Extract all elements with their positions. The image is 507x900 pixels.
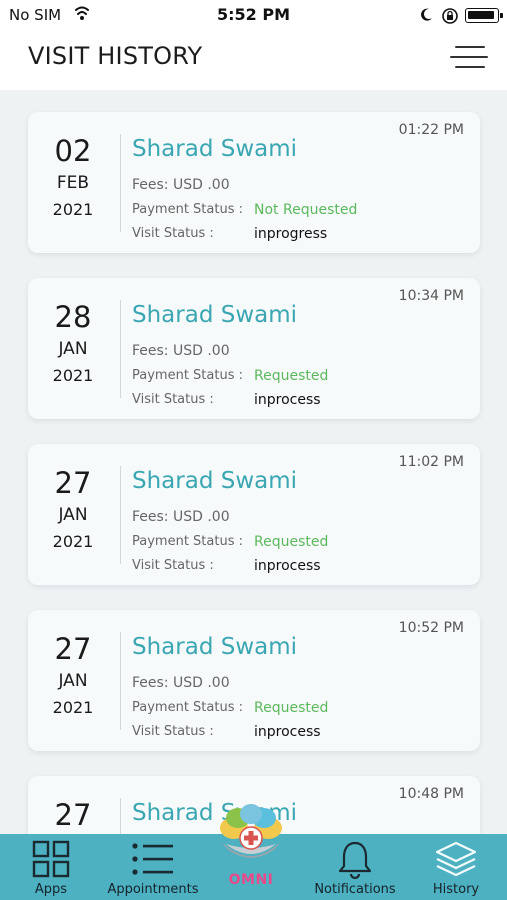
visit-date: 28 JAN 2021 bbox=[28, 298, 118, 390]
list-icon bbox=[131, 840, 175, 882]
payment-status-value: Requested bbox=[254, 700, 329, 716]
visit-month: FEB bbox=[56, 173, 90, 193]
card-divider bbox=[120, 632, 121, 730]
card-divider bbox=[120, 798, 121, 834]
visit-time: 11:02 PM bbox=[398, 454, 464, 470]
hamburger-menu-icon[interactable] bbox=[450, 44, 488, 70]
visit-day: 02 bbox=[54, 134, 92, 168]
header: VISIT HISTORY bbox=[0, 30, 507, 90]
doctor-name: Sharad Swami bbox=[132, 468, 298, 494]
card-divider bbox=[120, 466, 121, 564]
tab-notifications[interactable]: Notifications bbox=[306, 834, 404, 900]
visit-status-value: inprocess bbox=[254, 558, 321, 574]
status-bar: No SIM 5:52 PM bbox=[0, 0, 507, 30]
tab-appointments[interactable]: Appointments bbox=[100, 834, 206, 900]
payment-status-value: Not Requested bbox=[254, 202, 358, 218]
visit-year: 2021 bbox=[52, 200, 94, 219]
page-title: VISIT HISTORY bbox=[28, 42, 203, 70]
visit-status-value: inprogress bbox=[254, 226, 328, 242]
visit-day: 28 bbox=[54, 300, 92, 334]
visit-status-label: Visit Status : bbox=[132, 392, 214, 407]
visit-list[interactable]: 02 FEB 2021 Sharad Swami 01:22 PM Fees: … bbox=[0, 90, 507, 834]
grid-icon bbox=[32, 840, 70, 882]
visit-status-label: Visit Status : bbox=[132, 558, 214, 573]
visit-date: 02 FEB 2021 bbox=[28, 132, 118, 224]
visit-time: 10:48 PM bbox=[398, 786, 464, 802]
visit-year: 2021 bbox=[52, 366, 94, 385]
payment-status-label: Payment Status : bbox=[132, 534, 243, 549]
payment-status-value: Requested bbox=[254, 534, 329, 550]
visit-card[interactable]: 02 FEB 2021 Sharad Swami 01:22 PM Fees: … bbox=[28, 112, 480, 253]
visit-date: 27 JAN 2021 bbox=[28, 630, 118, 722]
visit-fees: Fees: USD .00 bbox=[132, 675, 230, 691]
payment-status-label: Payment Status : bbox=[132, 700, 243, 715]
visit-month: JAN bbox=[58, 505, 88, 525]
payment-status-label: Payment Status : bbox=[132, 202, 243, 217]
visit-year: 2021 bbox=[52, 698, 94, 717]
omni-home-button[interactable]: OMNI bbox=[212, 800, 290, 900]
visit-date: 27 bbox=[28, 796, 118, 834]
visit-card[interactable]: 27 JAN 2021 Sharad Swami 10:52 PM Fees: … bbox=[28, 610, 480, 751]
visit-status-value: inprocess bbox=[254, 392, 321, 408]
omni-logo-icon bbox=[220, 804, 282, 858]
tab-history[interactable]: History bbox=[414, 834, 498, 900]
tab-label: Notifications bbox=[314, 882, 396, 897]
doctor-name: Sharad Swami bbox=[132, 634, 298, 660]
visit-month: JAN bbox=[58, 671, 88, 691]
visit-day: 27 bbox=[54, 466, 92, 500]
visit-card[interactable]: 28 JAN 2021 Sharad Swami 10:34 PM Fees: … bbox=[28, 278, 480, 419]
visit-date: 27 JAN 2021 bbox=[28, 464, 118, 556]
card-divider bbox=[120, 134, 121, 232]
moon-icon bbox=[418, 7, 434, 27]
doctor-name: Sharad Swami bbox=[132, 302, 298, 328]
visit-status-label: Visit Status : bbox=[132, 724, 214, 739]
visit-time: 10:34 PM bbox=[398, 288, 464, 304]
visit-day: 27 bbox=[54, 798, 92, 832]
rotation-lock-icon bbox=[441, 7, 459, 29]
visit-fees: Fees: USD .00 bbox=[132, 509, 230, 525]
battery-icon bbox=[465, 8, 503, 23]
visit-time: 10:52 PM bbox=[398, 620, 464, 636]
visit-status-label: Visit Status : bbox=[132, 226, 214, 241]
payment-status-value: Requested bbox=[254, 368, 329, 384]
tab-label: History bbox=[432, 882, 480, 897]
tab-label: Appointments bbox=[107, 882, 199, 897]
visit-fees: Fees: USD .00 bbox=[132, 177, 230, 193]
visit-card[interactable]: 27 JAN 2021 Sharad Swami 11:02 PM Fees: … bbox=[28, 444, 480, 585]
payment-status-label: Payment Status : bbox=[132, 368, 243, 383]
omni-logo-text: OMNI bbox=[228, 872, 274, 888]
layers-icon bbox=[434, 840, 478, 884]
bell-icon bbox=[337, 840, 373, 884]
visit-month: JAN bbox=[58, 339, 88, 359]
visit-year: 2021 bbox=[52, 532, 94, 551]
tab-apps[interactable]: Apps bbox=[12, 834, 90, 900]
visit-status-value: inprocess bbox=[254, 724, 321, 740]
visit-fees: Fees: USD .00 bbox=[132, 343, 230, 359]
tab-label: Apps bbox=[34, 882, 68, 897]
card-divider bbox=[120, 300, 121, 398]
visit-time: 01:22 PM bbox=[398, 122, 464, 138]
visit-day: 27 bbox=[54, 632, 92, 666]
doctor-name: Sharad Swami bbox=[132, 136, 298, 162]
